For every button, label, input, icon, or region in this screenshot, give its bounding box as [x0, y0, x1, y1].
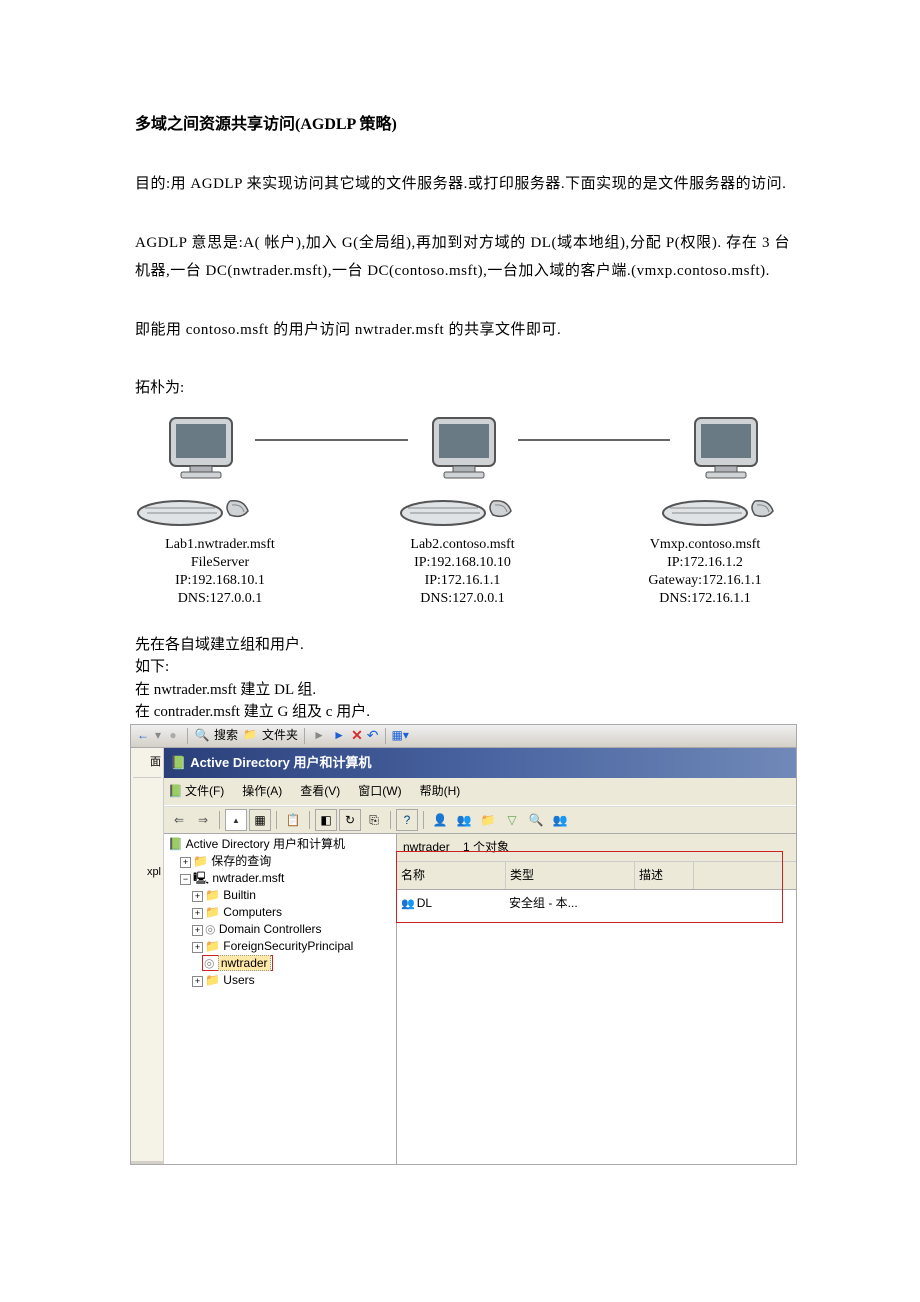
tree-saved-queries[interactable]: +📁 保存的查询	[166, 853, 394, 870]
computer-icon	[398, 413, 528, 528]
screenshot-aduc: ▾ ● 🔍 搜索 文件夹 ✕ ↶ ▦▾ 面 xpl 📗	[130, 724, 797, 1165]
explorer-toolbar: ▾ ● 🔍 搜索 文件夹 ✕ ↶ ▦▾	[131, 725, 796, 748]
col-desc[interactable]: 描述	[635, 862, 694, 889]
export-icon[interactable]: ⎘	[363, 809, 385, 831]
new-group-icon[interactable]: 👥	[453, 809, 475, 831]
filter-icon[interactable]	[501, 809, 523, 831]
aduc-icon: 📗	[170, 751, 186, 776]
computer-icon	[135, 413, 265, 528]
tree-nwtrader-ou[interactable]: ◎ nwtrader	[166, 955, 394, 972]
setup-line-2: 如下:	[135, 656, 790, 679]
tree-builtin[interactable]: +📁 Builtin	[166, 887, 394, 904]
mmc-toolbar: ▦ 📋 ◧ ↻ ⎘ ? 👤 👥 📁 🔍 👥	[164, 806, 796, 834]
tree-fsp[interactable]: +📁 ForeignSecurityPrincipal	[166, 938, 394, 955]
forward-icon[interactable]: ●	[165, 728, 181, 744]
explorer-side-stub: 面 xpl	[131, 748, 164, 1161]
list-columns: 名称 类型 描述	[397, 862, 796, 890]
topology-row	[135, 413, 790, 528]
setup-line-1: 先在各自域建立组和用户.	[135, 634, 790, 657]
go-icon	[311, 728, 327, 744]
cut-icon[interactable]: ▦	[249, 809, 271, 831]
pc2-label: Lab2.contoso.msft IP:192.168.10.10 IP:17…	[378, 536, 548, 609]
connector-line	[255, 439, 408, 441]
menu-action[interactable]: 操作(A)	[242, 780, 282, 803]
mmc-menu-bar: 📗 文件(F) 操作(A) 查看(V) 窗口(W) 帮助(H)	[164, 778, 796, 806]
tree-users[interactable]: +📁 Users	[166, 972, 394, 989]
mmc-list-panel: nwtrader 1 个对象 名称 类型 描述 DL 安全组 - 本...	[397, 834, 796, 1164]
mmc-title-bar: 📗 Active Directory 用户和计算机	[164, 748, 796, 779]
menu-help[interactable]: 帮助(H)	[420, 780, 461, 803]
computer-icon	[660, 413, 790, 528]
doc-title: 多域之间资源共享访问(AGDLP 策略)	[135, 110, 790, 140]
up-icon[interactable]	[225, 809, 247, 831]
tree-computers[interactable]: +📁 Computers	[166, 904, 394, 921]
search-label[interactable]: 搜索	[214, 724, 238, 747]
menu-view[interactable]: 查看(V)	[300, 780, 340, 803]
nav-fwd-icon[interactable]	[192, 809, 214, 831]
folder-icon[interactable]	[242, 728, 258, 744]
col-name[interactable]: 名称	[397, 862, 506, 889]
mmc-tree-panel: 📗 Active Directory 用户和计算机 +📁 保存的查询 −🖳 nw…	[164, 834, 397, 1164]
new-user-icon[interactable]: 👤	[429, 809, 451, 831]
connector-line	[518, 439, 671, 441]
group-icon	[401, 896, 417, 910]
pc1-label: Lab1.nwtrader.msft FileServer IP:192.168…	[135, 536, 305, 609]
folders-label[interactable]: 文件夹	[262, 724, 298, 747]
paragraph-goal: 即能用 contoso.msft 的用户访问 nwtrader.msft 的共享…	[135, 316, 790, 345]
paragraph-purpose: 目的:用 AGDLP 来实现访问其它域的文件服务器.或打印服务器.下面实现的是文…	[135, 170, 790, 199]
search-icon[interactable]: 🔍	[194, 728, 210, 744]
list-row-dl[interactable]: DL 安全组 - 本...	[397, 890, 796, 917]
setup-line-4: 在 contrader.msft 建立 G 组及 c 用户.	[135, 701, 790, 724]
refresh-icon[interactable]: ↻	[339, 809, 361, 831]
find-icon[interactable]: 🔍	[525, 809, 547, 831]
stop-icon[interactable]: ✕	[351, 722, 363, 749]
col-type[interactable]: 类型	[506, 862, 635, 889]
tree-dc[interactable]: +◎ Domain Controllers	[166, 921, 394, 938]
new-ou-icon[interactable]: 📁	[477, 809, 499, 831]
pc3-label: Vmxp.contoso.msft IP:172.16.1.2 Gateway:…	[620, 536, 790, 609]
go-blue-icon	[331, 728, 347, 744]
nav-back-icon[interactable]	[168, 809, 190, 831]
topology-label: 拓朴为:	[135, 374, 790, 403]
back-icon[interactable]	[135, 728, 151, 744]
copy-icon[interactable]: 📋	[282, 809, 304, 831]
add-to-group-icon[interactable]: 👥	[549, 809, 571, 831]
tree-root[interactable]: 📗 Active Directory 用户和计算机	[166, 836, 394, 853]
setup-line-3: 在 nwtrader.msft 建立 DL 组.	[135, 679, 790, 702]
tree-domain[interactable]: −🖳 nwtrader.msft	[166, 870, 394, 887]
help-icon[interactable]: ?	[396, 809, 418, 831]
menu-window[interactable]: 窗口(W)	[358, 780, 401, 803]
list-path: nwtrader 1 个对象	[397, 834, 796, 861]
paragraph-agdlp: AGDLP 意思是:A( 帐户),加入 G(全局组),再加到对方域的 DL(域本…	[135, 229, 790, 286]
undo-icon[interactable]: ↶	[367, 722, 379, 749]
prop-icon[interactable]: ◧	[315, 809, 337, 831]
menu-file[interactable]: 📗 文件(F)	[168, 780, 224, 803]
views-icon[interactable]: ▦▾	[392, 724, 409, 747]
